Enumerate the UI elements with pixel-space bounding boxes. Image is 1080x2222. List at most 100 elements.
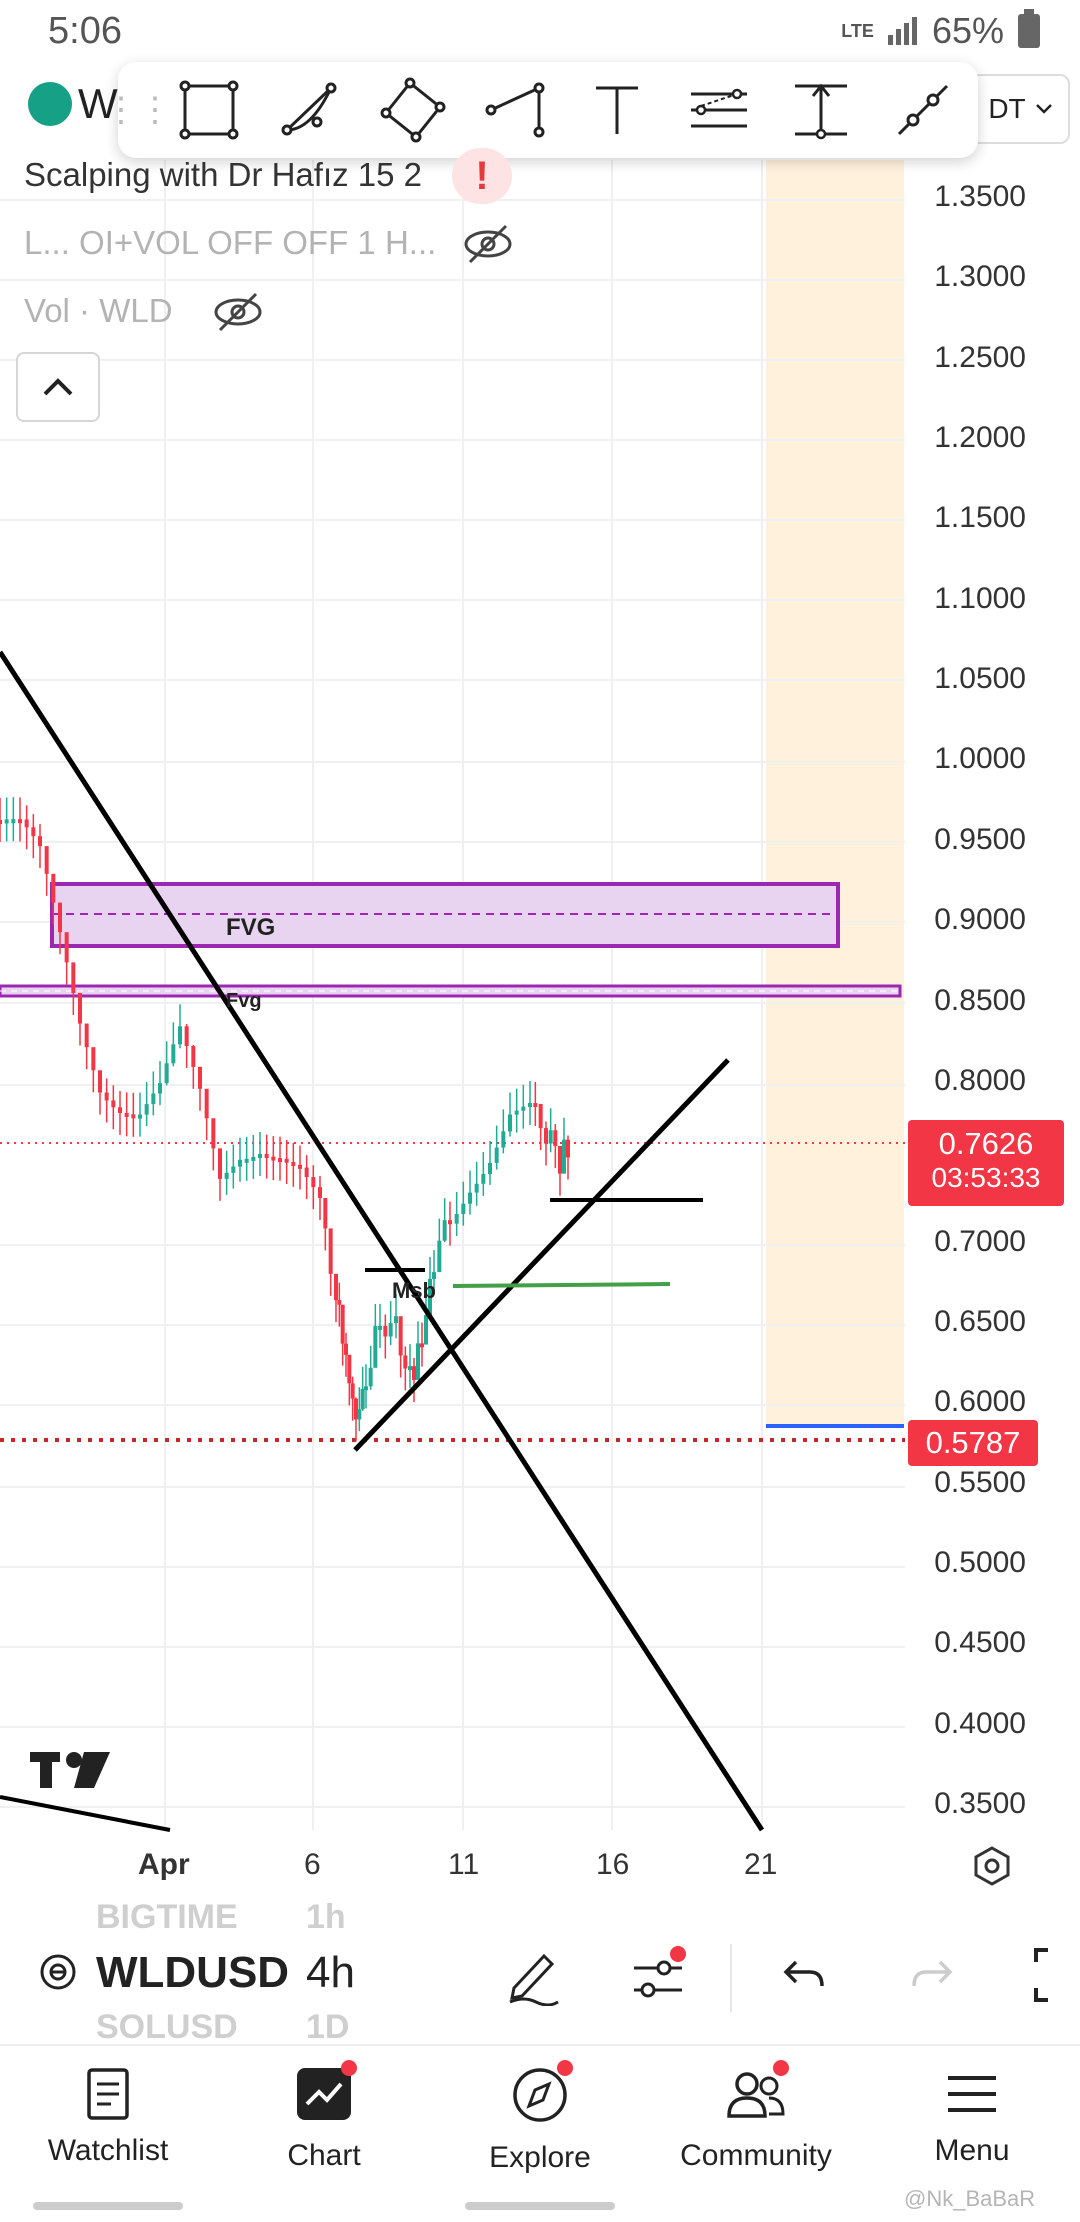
network-lte: LTE — [841, 21, 874, 41]
settings-hex-icon[interactable] — [972, 1846, 1012, 1886]
rotated-rectangle-tool-icon[interactable] — [362, 62, 464, 158]
chevron-up-icon — [43, 378, 73, 396]
fvg-label-upper: FVG — [226, 914, 276, 941]
indicator-legend-oi-vol[interactable]: L... OI+VOL OFF OFF 1 H... — [24, 224, 436, 262]
status-time: 5:06 — [48, 10, 122, 52]
candle-body — [138, 1114, 142, 1119]
candle-body — [420, 1343, 424, 1348]
collapse-legend-button[interactable] — [16, 352, 100, 422]
next-symbol[interactable]: SOLUSD — [96, 2008, 238, 2047]
nav-menu-label: Menu — [934, 2134, 1010, 2167]
volume-legend[interactable]: Vol · WLD — [24, 292, 173, 330]
prev-symbol[interactable]: BIGTIME — [96, 1898, 238, 1937]
candle-body — [533, 1103, 538, 1108]
eye-off-icon[interactable] — [462, 222, 514, 266]
green-level-line — [452, 1282, 671, 1288]
symbol-logo-icon — [40, 1954, 76, 1990]
battery-icon — [1018, 9, 1040, 48]
candle-body — [501, 1131, 506, 1148]
downtrend-line — [0, 650, 765, 1832]
interval-selector[interactable]: 4h — [306, 1948, 355, 1998]
candle-body — [403, 1355, 408, 1369]
candle-body — [64, 932, 69, 963]
candle-body — [184, 1026, 189, 1047]
price-tick: 1.3000 — [934, 260, 1026, 294]
candle-body — [347, 1354, 352, 1384]
candle-body — [98, 1070, 102, 1093]
undo-icon[interactable] — [782, 1956, 826, 1992]
candle-body — [211, 1118, 216, 1149]
fullscreen-icon[interactable] — [1032, 1946, 1080, 2004]
nav-watchlist[interactable]: Watchlist — [0, 2046, 216, 2222]
candle-body — [51, 873, 56, 903]
candle-body — [416, 1343, 420, 1380]
next-interval[interactable]: 1D — [306, 2008, 349, 2047]
candle-body — [468, 1192, 472, 1204]
price-tick: 1.0500 — [934, 662, 1026, 696]
candle-body — [204, 1088, 209, 1119]
date-tick: 6 — [304, 1848, 321, 1881]
nav-explore[interactable]: Explore — [432, 2046, 648, 2222]
parallel-channel-tool-icon[interactable] — [668, 62, 770, 158]
trend-line-tool-icon[interactable] — [872, 62, 974, 158]
candle-body — [337, 1300, 342, 1305]
arc-tool-icon[interactable] — [260, 62, 362, 158]
candle-body — [151, 1093, 156, 1105]
text-tool-icon[interactable] — [566, 62, 668, 158]
indicators-icon[interactable] — [630, 1946, 686, 2006]
nav-community[interactable]: Community — [648, 2046, 864, 2222]
watermark: @Nk_BaBaR — [904, 2186, 1036, 2211]
candle-body — [44, 846, 49, 874]
price-range-tool-icon[interactable] — [770, 62, 872, 158]
candle-body — [291, 1161, 296, 1166]
candle-body — [131, 1114, 136, 1119]
price-tick: 0.7000 — [934, 1224, 1026, 1258]
candle-body — [360, 1388, 365, 1410]
candle-body — [394, 1316, 398, 1324]
path-tool-icon[interactable] — [464, 62, 566, 158]
price-tick: 0.8500 — [934, 983, 1026, 1017]
price-tick: 1.1000 — [934, 581, 1026, 615]
candle-body — [442, 1220, 447, 1241]
candle-body — [334, 1273, 338, 1301]
date-tick: Apr — [138, 1848, 190, 1881]
drag-handle-icon[interactable]: ⋮⋮ — [104, 62, 172, 158]
candle-body — [224, 1172, 229, 1179]
msb-label: Msb — [392, 1278, 436, 1303]
price-tick: 0.5000 — [934, 1545, 1026, 1579]
candle-body — [258, 1153, 262, 1158]
current-price: 0.7626 — [938, 1126, 1034, 1161]
pair-select[interactable]: DT — [970, 74, 1070, 144]
price-tick: 0.4500 — [934, 1626, 1026, 1660]
status-icons: LTE 65% — [841, 9, 1040, 52]
candle-body — [566, 1139, 570, 1158]
price-tick: 0.6000 — [934, 1385, 1026, 1419]
pencil-draw-icon[interactable] — [504, 1946, 560, 2006]
price-tick: 1.2500 — [934, 340, 1026, 374]
current-price-badge: 0.7626 03:53:33 — [908, 1120, 1064, 1206]
candle-body — [454, 1213, 459, 1224]
candle-body — [24, 819, 29, 828]
candle-body — [323, 1198, 328, 1229]
candle-body — [244, 1158, 249, 1163]
eye-off-icon[interactable] — [212, 290, 264, 334]
symbol-name[interactable]: WLDUSD — [96, 1948, 289, 1998]
candle-body — [562, 1139, 566, 1174]
warning-icon[interactable]: ! — [452, 148, 512, 204]
rectangle-tool-icon[interactable] — [158, 62, 260, 158]
strategy-legend[interactable]: Scalping with Dr Hafız 15 2 — [24, 156, 422, 194]
nav-indicator-bar — [33, 2202, 183, 2210]
nav-chart[interactable]: Chart — [216, 2046, 432, 2222]
date-tick: 21 — [744, 1848, 778, 1881]
nav-explore-label: Explore — [489, 2141, 591, 2174]
candle-body — [38, 836, 42, 847]
notification-dot — [670, 1946, 686, 1962]
candle-body — [271, 1156, 276, 1161]
candle-body — [198, 1066, 202, 1089]
price-tick: 0.6500 — [934, 1304, 1026, 1338]
candle-body — [494, 1147, 499, 1163]
redo-icon[interactable] — [910, 1956, 954, 1992]
candle-body — [304, 1167, 309, 1178]
symbol-logo-icon — [28, 82, 72, 126]
prev-interval[interactable]: 1h — [306, 1898, 346, 1937]
